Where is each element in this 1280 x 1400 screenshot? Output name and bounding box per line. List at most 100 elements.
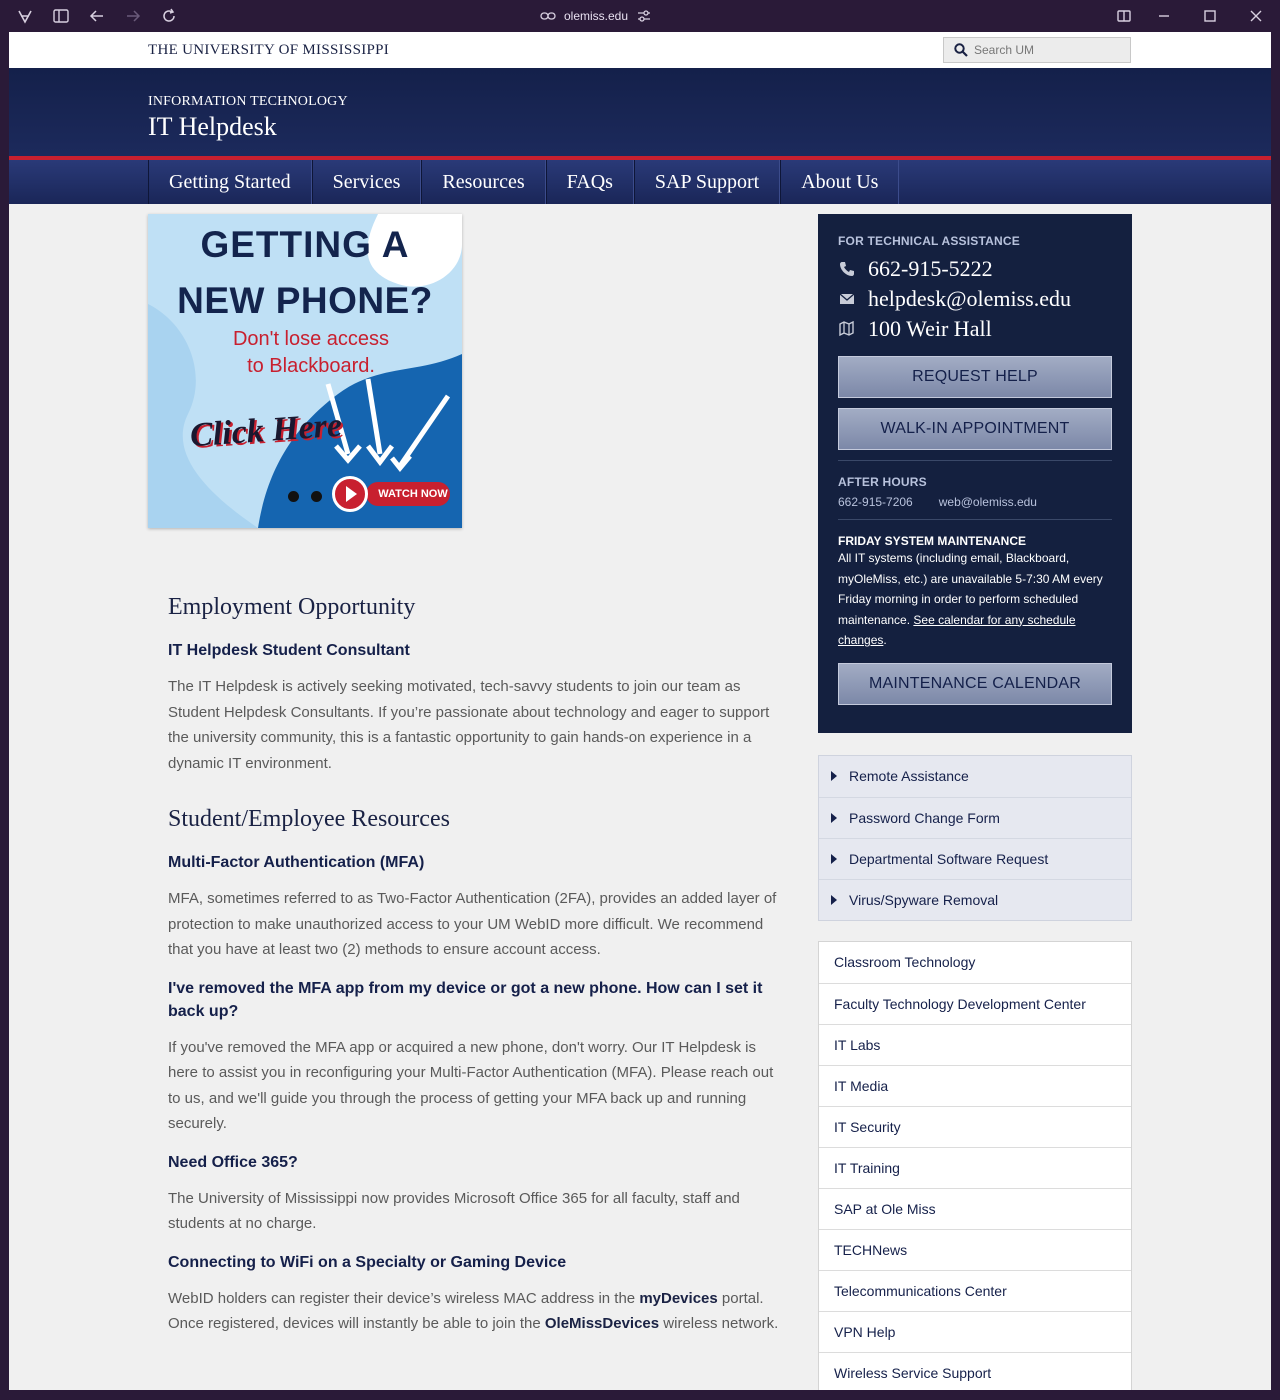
- quick-link-label: Departmental Software Request: [849, 850, 1049, 867]
- map-icon: [838, 320, 856, 338]
- maintenance-title: FRIDAY SYSTEM MAINTENANCE: [838, 534, 1027, 548]
- watch-now-button[interactable]: WATCH NOW: [366, 482, 450, 506]
- promo-slide[interactable]: GETTING A NEW PHONE? Don't lose access t…: [148, 214, 462, 528]
- dept-link-sap[interactable]: SAP at Ole Miss: [819, 1187, 1131, 1229]
- nav-services[interactable]: Services: [311, 160, 422, 204]
- maintenance-calendar-button[interactable]: MAINTENANCE CALENDAR: [838, 662, 1112, 705]
- sidebar-toggle-icon[interactable]: [52, 7, 70, 25]
- employment-heading: Employment Opportunity: [168, 594, 416, 620]
- site-settings-icon[interactable]: [636, 8, 652, 24]
- site-title[interactable]: IT Helpdesk: [148, 112, 277, 142]
- quick-link-software-request[interactable]: Departmental Software Request: [819, 837, 1131, 879]
- caret-right-icon: [831, 812, 837, 823]
- mfa-removed-heading[interactable]: I've removed the MFA app from my device …: [168, 977, 783, 1023]
- office365-heading[interactable]: Need Office 365?: [168, 1151, 783, 1174]
- email-address: helpdesk@olemiss.edu: [868, 286, 1071, 311]
- mfa-text: MFA, sometimes referred to as Two-Factor…: [168, 890, 777, 958]
- request-help-button[interactable]: REQUEST HELP: [838, 356, 1112, 398]
- dept-link-it-security[interactable]: IT Security: [819, 1105, 1131, 1147]
- department-name[interactable]: INFORMATION TECHNOLOGY: [148, 94, 348, 110]
- slide-dot-2[interactable]: [311, 491, 322, 502]
- maintenance-text: All IT systems (including email, Blackbo…: [838, 548, 1112, 651]
- search-placeholder: Search UM: [974, 43, 1035, 57]
- dept-link-it-media[interactable]: IT Media: [819, 1064, 1131, 1106]
- mydevices-link[interactable]: myDevices: [639, 1290, 717, 1307]
- phone-icon: [838, 260, 856, 278]
- link-icon: [540, 12, 556, 20]
- slide-dot-1[interactable]: [288, 491, 299, 502]
- phone-number: 662-915-5222: [868, 256, 993, 281]
- wifi-heading[interactable]: Connecting to WiFi on a Specialty or Gam…: [168, 1251, 783, 1274]
- mfa-removed-text: If you've removed the MFA app or acquire…: [168, 1038, 774, 1133]
- reload-icon[interactable]: [160, 7, 178, 25]
- dept-link-vpn[interactable]: VPN Help: [819, 1310, 1131, 1352]
- forward-icon[interactable]: [124, 7, 142, 25]
- main-content: Employment Opportunity IT Helpdesk Stude…: [168, 594, 783, 1347]
- browser-logo-icon[interactable]: [16, 7, 34, 25]
- sidebar: FOR TECHNICAL ASSISTANCE 662-915-5222 he…: [818, 214, 1132, 1390]
- site-header: INFORMATION TECHNOLOGY IT Helpdesk: [9, 68, 1271, 160]
- nav-faqs[interactable]: FAQs: [545, 160, 634, 204]
- nav-resources[interactable]: Resources: [421, 160, 546, 204]
- office365-text: The University of Mississippi now provid…: [168, 1189, 740, 1233]
- address-bar[interactable]: olemiss.edu: [540, 6, 680, 26]
- after-hours-contacts: 662-915-7206 web@olemiss.edu: [838, 495, 1112, 509]
- promo-line-1: GETTING A: [200, 224, 410, 265]
- page-viewport: THE UNIVERSITY OF MISSISSIPPI Search UM …: [9, 32, 1271, 1390]
- quick-link-password-change[interactable]: Password Change Form: [819, 796, 1131, 838]
- contact-email[interactable]: helpdesk@olemiss.edu: [838, 284, 1112, 314]
- university-name[interactable]: THE UNIVERSITY OF MISSISSIPPI: [148, 42, 389, 59]
- quick-link-remote-assistance[interactable]: Remote Assistance: [819, 756, 1131, 797]
- maximize-icon[interactable]: [1201, 7, 1219, 25]
- olemissdevices-link[interactable]: OleMissDevices: [545, 1315, 659, 1332]
- back-icon[interactable]: [88, 7, 106, 25]
- mail-icon: [838, 290, 856, 308]
- contact-phone[interactable]: 662-915-5222: [838, 254, 1112, 284]
- close-icon[interactable]: [1247, 7, 1265, 25]
- dept-link-ftdc[interactable]: Faculty Technology Development Center: [819, 982, 1131, 1024]
- department-links: Classroom Technology Faculty Technology …: [818, 940, 1132, 1391]
- employment-subheading[interactable]: IT Helpdesk Student Consultant: [168, 639, 783, 662]
- university-bar: THE UNIVERSITY OF MISSISSIPPI Search UM: [9, 32, 1271, 68]
- minimize-icon[interactable]: [1155, 7, 1173, 25]
- nav-getting-started[interactable]: Getting Started: [148, 160, 312, 204]
- dept-link-it-labs[interactable]: IT Labs: [819, 1023, 1131, 1065]
- browser-toolbar: olemiss.edu: [0, 0, 1280, 32]
- dept-link-wireless[interactable]: Wireless Service Support: [819, 1351, 1131, 1391]
- after-hours-email[interactable]: web@olemiss.edu: [939, 495, 1037, 509]
- promo-line-3: Don't lose access to Blackboard.: [148, 326, 462, 380]
- nav-about-us[interactable]: About Us: [780, 160, 900, 204]
- quick-link-label: Password Change Form: [849, 809, 1000, 826]
- quick-link-virus-removal[interactable]: Virus/Spyware Removal: [819, 878, 1131, 920]
- wifi-text-1: WebID holders can register their device’…: [168, 1289, 640, 1307]
- promo-line-2: NEW PHONE?: [177, 280, 433, 321]
- contact-location[interactable]: 100 Weir Hall: [838, 314, 1112, 344]
- url-text: olemiss.edu: [564, 9, 629, 23]
- search-input[interactable]: Search UM: [943, 37, 1131, 63]
- maintenance-period: .: [883, 633, 887, 647]
- walk-in-appointment-button[interactable]: WALK-IN APPOINTMENT: [838, 408, 1112, 450]
- dept-link-telecom[interactable]: Telecommunications Center: [819, 1269, 1131, 1311]
- dept-link-it-training[interactable]: IT Training: [819, 1146, 1131, 1188]
- mfa-heading[interactable]: Multi-Factor Authentication (MFA): [168, 851, 783, 874]
- split-view-icon[interactable]: [1115, 7, 1133, 25]
- quick-links: Remote Assistance Password Change Form D…: [818, 754, 1132, 921]
- promo-line-3b: to Blackboard.: [247, 355, 375, 377]
- location-text: 100 Weir Hall: [868, 316, 992, 341]
- promo-line-3a: Don't lose access: [232, 328, 390, 350]
- dept-link-classroom-technology[interactable]: Classroom Technology: [819, 942, 1131, 983]
- play-icon[interactable]: [332, 476, 368, 512]
- after-hours-phone[interactable]: 662-915-7206: [838, 495, 913, 509]
- after-hours-label: AFTER HOURS: [838, 475, 927, 489]
- caret-right-icon: [831, 894, 837, 905]
- assistance-label: FOR TECHNICAL ASSISTANCE: [838, 234, 1020, 248]
- dept-link-technews[interactable]: TECHNews: [819, 1228, 1131, 1270]
- quick-link-label: Remote Assistance: [849, 768, 969, 784]
- nav-sap-support[interactable]: SAP Support: [633, 160, 781, 204]
- search-icon: [954, 43, 968, 57]
- resources-heading: Student/Employee Resources: [168, 806, 450, 832]
- divider: [838, 519, 1112, 520]
- employment-text: The IT Helpdesk is actively seeking moti…: [168, 678, 770, 772]
- wifi-text: WebID holders can register their device’…: [168, 1286, 783, 1337]
- caret-right-icon: [831, 771, 837, 781]
